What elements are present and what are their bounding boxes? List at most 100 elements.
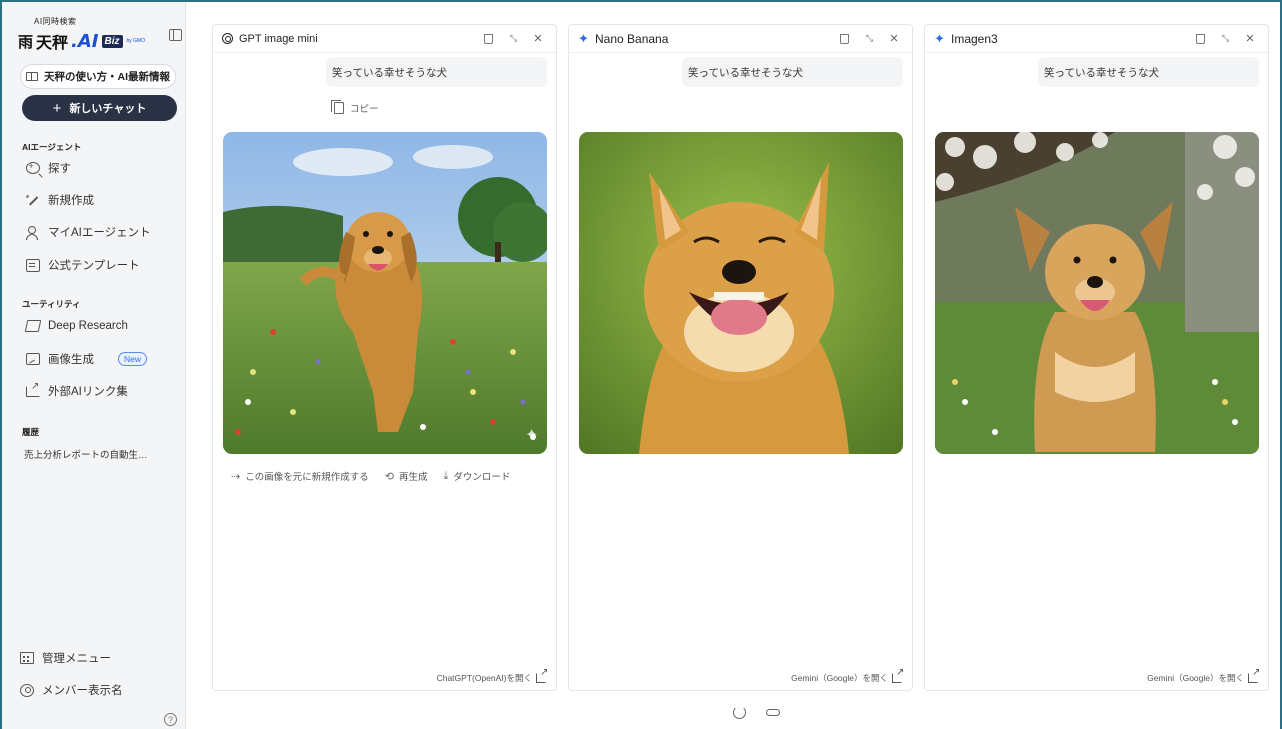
create-from-image-button[interactable]: ⇢ この画像を元に新規作成する bbox=[231, 469, 369, 484]
new-chat-button[interactable]: + 新しいチャット bbox=[22, 95, 177, 121]
open-gemini-link[interactable]: Gemini（Google）を開く bbox=[791, 667, 904, 684]
open-chatgpt-link[interactable]: ChatGPT(OpenAI)を開く bbox=[436, 667, 548, 684]
brand-tagline: AI同時検索 bbox=[34, 17, 77, 26]
generated-image-shiba[interactable] bbox=[579, 132, 903, 454]
sidebar-item-search[interactable]: 探す bbox=[26, 157, 176, 179]
download-button[interactable]: ⤓ ダウンロード bbox=[443, 469, 511, 484]
sidebar-toggle-icon[interactable] bbox=[169, 29, 182, 41]
prompt-bubble: 笑っている幸せそうな犬 bbox=[682, 57, 903, 87]
history-item[interactable]: 売上分析レポートの自動生… bbox=[24, 447, 148, 461]
panel-header: ✦ Imagen3 ⤡ × bbox=[925, 25, 1268, 53]
action-label: 再生成 bbox=[398, 472, 428, 483]
expand-icon[interactable]: ⤡ bbox=[1217, 31, 1233, 47]
book-icon bbox=[26, 72, 38, 81]
research-icon bbox=[24, 320, 42, 332]
sidebar-item-label: 探す bbox=[48, 163, 71, 175]
panel-title: Imagen3 bbox=[951, 31, 998, 46]
brand-biz: Biz bbox=[101, 34, 123, 48]
brand-ai: .AI bbox=[71, 30, 99, 52]
sidebar-item-templates[interactable]: 公式テンプレート bbox=[26, 254, 176, 276]
copy-icon bbox=[331, 100, 344, 114]
guide-label: 天秤の使い方・AI最新情報 bbox=[44, 71, 170, 83]
image-actions: ⇢ この画像を元に新規作成する ⟲ 再生成 ⤓ ダウンロード bbox=[231, 469, 511, 484]
new-chat-label: 新しいチャット bbox=[69, 103, 147, 115]
footer-controls bbox=[733, 706, 780, 719]
section-history: 履歴 bbox=[22, 427, 40, 437]
section-ai-agent: AIエージェント bbox=[22, 142, 82, 152]
user-icon bbox=[26, 225, 40, 240]
model-panel-nano-banana: ✦ Nano Banana ⤡ × 笑っている幸せそうな犬 Gemini（Goo… bbox=[568, 24, 913, 691]
action-label: この画像を元に新規作成する bbox=[245, 472, 369, 483]
sidebar-item-image-gen[interactable]: 画像生成 New bbox=[26, 348, 176, 370]
generated-image-golden-dog-blossoms[interactable] bbox=[935, 132, 1259, 454]
svg-text:✦: ✦ bbox=[525, 427, 538, 444]
external-link-icon bbox=[26, 381, 40, 397]
model-panel-imagen3: ✦ Imagen3 ⤡ × 笑っている幸せそうな犬 Gemini（Google）… bbox=[924, 24, 1269, 691]
brand-mark: ⾬ bbox=[18, 32, 34, 51]
download-icon: ⤓ bbox=[443, 469, 449, 482]
open-link-label: Gemini（Google）を開く bbox=[1147, 673, 1244, 683]
prompt-bubble: 笑っている幸せそうな犬 bbox=[1038, 57, 1259, 87]
expand-icon[interactable]: ⤡ bbox=[861, 31, 877, 47]
prompt-text: 笑っている幸せそうな犬 bbox=[688, 66, 803, 79]
sidebar: AI同時検索 ⾬ 天秤 .AI Biz by GMO 天秤の使い方・AI最新情報… bbox=[2, 2, 186, 729]
new-badge: New bbox=[118, 352, 148, 366]
open-link-label: Gemini（Google）を開く bbox=[791, 673, 888, 683]
gemini-sparkle-icon: ✦ bbox=[934, 30, 945, 46]
trash-icon[interactable] bbox=[480, 31, 496, 47]
sidebar-item-label: Deep Research bbox=[48, 320, 128, 332]
regenerate-button[interactable]: ⟲ 再生成 bbox=[385, 469, 428, 484]
external-link-icon bbox=[892, 667, 904, 683]
external-link-icon bbox=[1248, 667, 1260, 683]
sidebar-item-label: マイAIエージェント bbox=[48, 227, 151, 239]
guide-button[interactable]: 天秤の使い方・AI最新情報 bbox=[20, 64, 176, 89]
action-label: ダウンロード bbox=[453, 472, 511, 483]
search-icon bbox=[26, 161, 40, 174]
close-icon[interactable]: × bbox=[886, 30, 902, 47]
image-icon bbox=[26, 353, 40, 365]
close-icon[interactable]: × bbox=[1242, 30, 1258, 47]
sidebar-item-deep-research[interactable]: Deep Research bbox=[24, 315, 176, 337]
sidebar-item-label: 外部AIリンク集 bbox=[48, 386, 128, 398]
pen-icon bbox=[26, 193, 40, 207]
sidebar-item-label: 画像生成 bbox=[48, 354, 94, 366]
trash-icon[interactable] bbox=[1192, 31, 1208, 47]
sidebar-item-my-agents[interactable]: マイAIエージェント bbox=[26, 221, 176, 243]
member-icon bbox=[20, 683, 34, 697]
sidebar-item-label: 公式テンプレート bbox=[48, 260, 140, 272]
link-icon[interactable] bbox=[766, 709, 780, 716]
admin-menu[interactable]: 管理メニュー bbox=[20, 647, 170, 669]
trash-icon[interactable] bbox=[836, 31, 852, 47]
external-link-icon bbox=[536, 667, 548, 683]
regenerate-all-icon[interactable] bbox=[733, 706, 746, 719]
generated-image-golden-retriever[interactable]: ✦ bbox=[223, 132, 547, 454]
prompt-text: 笑っている幸せそうな犬 bbox=[1044, 66, 1159, 79]
help-icon[interactable]: ? bbox=[164, 713, 177, 726]
sidebar-item-label: 新規作成 bbox=[48, 195, 94, 207]
admin-icon bbox=[20, 652, 34, 664]
expand-icon[interactable]: ⤡ bbox=[505, 31, 521, 47]
prompt-bubble: 笑っている幸せそうな犬 bbox=[326, 57, 547, 87]
plus-icon: + bbox=[52, 99, 62, 117]
member-label: メンバー表示名 bbox=[42, 685, 123, 697]
panel-header: GPT image mini ⤡ × bbox=[213, 25, 556, 53]
open-link-label: ChatGPT(OpenAI)を開く bbox=[436, 673, 532, 683]
close-icon[interactable]: × bbox=[530, 30, 546, 47]
panel-header: ✦ Nano Banana ⤡ × bbox=[569, 25, 912, 53]
model-panel-gpt: GPT image mini ⤡ × 笑っている幸せそうな犬 コピー ✦ ⇢ こ… bbox=[212, 24, 557, 691]
openai-icon bbox=[221, 32, 234, 45]
prompt-text: 笑っている幸せそうな犬 bbox=[332, 66, 447, 79]
sidebar-item-external-links[interactable]: 外部AIリンク集 bbox=[26, 380, 176, 402]
copy-button[interactable]: コピー bbox=[331, 100, 379, 115]
brand-name: 天秤 bbox=[36, 33, 69, 52]
panel-title: Nano Banana bbox=[595, 31, 669, 46]
open-gemini-link[interactable]: Gemini（Google）を開く bbox=[1147, 667, 1260, 684]
member-menu[interactable]: メンバー表示名 bbox=[20, 679, 170, 701]
copy-label: コピー bbox=[350, 104, 379, 115]
admin-label: 管理メニュー bbox=[42, 653, 111, 665]
gemini-sparkle-icon: ✦ bbox=[578, 30, 589, 46]
sidebar-item-create[interactable]: 新規作成 bbox=[26, 189, 176, 211]
panel-title: GPT image mini bbox=[239, 32, 318, 45]
brand-logo[interactable]: AI同時検索 ⾬ 天秤 .AI Biz by GMO bbox=[18, 16, 145, 53]
section-utility: ユーティリティ bbox=[22, 299, 81, 309]
